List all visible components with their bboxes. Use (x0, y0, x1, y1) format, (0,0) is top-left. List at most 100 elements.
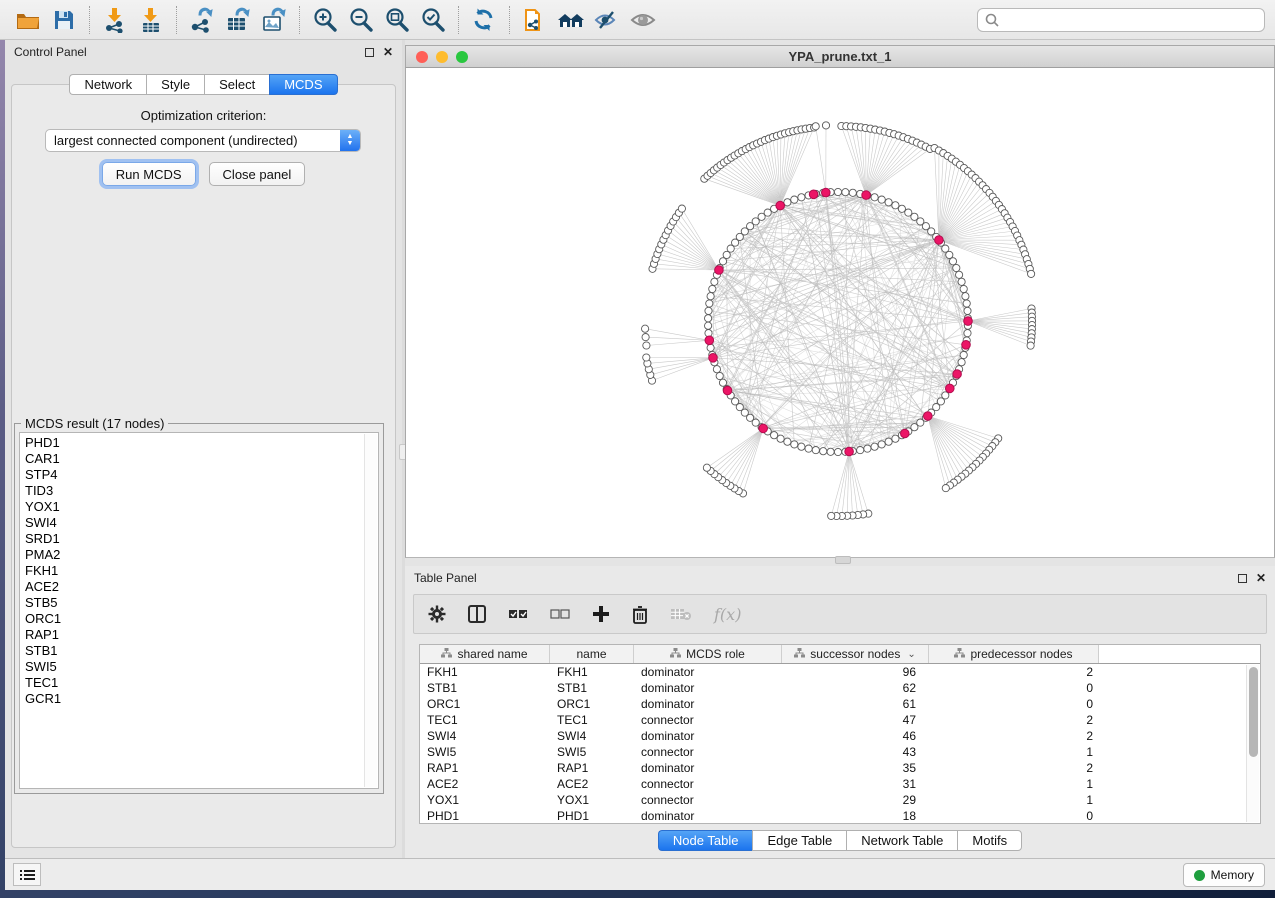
mcds-result-groupbox: MCDS result (17 nodes) PHD1CAR1STP4TID3Y… (14, 423, 384, 794)
mcds-result-item[interactable]: YOX1 (25, 499, 378, 515)
close-panel-icon[interactable]: ✕ (1256, 574, 1266, 583)
task-history-button[interactable] (13, 863, 41, 886)
tab-motifs[interactable]: Motifs (957, 830, 1022, 851)
zoom-out-icon[interactable] (343, 4, 379, 36)
mcds-result-item[interactable]: FKH1 (25, 563, 378, 579)
delete-row-icon[interactable] (632, 605, 648, 624)
tab-network-table[interactable]: Network Table (846, 830, 957, 851)
optimization-criterion-label: Optimization criterion: (5, 108, 402, 123)
export-network-icon[interactable] (184, 4, 220, 36)
column-header-shared-name[interactable]: shared name (420, 645, 550, 663)
float-panel-icon[interactable] (365, 48, 374, 57)
mcds-result-item[interactable]: PHD1 (25, 435, 378, 451)
tree-icon (670, 647, 681, 661)
table-panel: Table Panel ✕ (405, 566, 1275, 858)
dropdown-stepper-icon: ▲▼ (340, 130, 360, 151)
table-row[interactable]: FKH1FKH1dominator962 (420, 664, 1260, 680)
tab-network[interactable]: Network (69, 74, 146, 95)
float-panel-icon[interactable] (1238, 574, 1247, 583)
import-network-icon[interactable] (97, 4, 133, 36)
list-scrollbar[interactable] (364, 434, 377, 787)
save-icon[interactable] (46, 4, 82, 36)
function-builder-icon: f(x) (714, 605, 741, 624)
table-scrollbar-thumb[interactable] (1249, 667, 1258, 757)
tree-icon (441, 647, 452, 661)
mcds-result-title: MCDS result (17 nodes) (21, 416, 168, 431)
column-header-MCDS-role[interactable]: MCDS role (634, 645, 782, 663)
mcds-result-item[interactable]: GCR1 (25, 691, 378, 707)
mcds-result-item[interactable]: STP4 (25, 467, 378, 483)
close-panel-icon[interactable]: ✕ (383, 48, 393, 57)
network-window-title: YPA_prune.txt_1 (406, 49, 1274, 64)
show-details-icon[interactable] (625, 4, 661, 36)
mcds-result-item[interactable]: ORC1 (25, 611, 378, 627)
search-input[interactable] (1000, 13, 1258, 27)
horizontal-splitter-handle[interactable] (835, 556, 851, 564)
mcds-result-item[interactable]: STB5 (25, 595, 378, 611)
mcds-result-item[interactable]: ACE2 (25, 579, 378, 595)
memory-label: Memory (1211, 868, 1254, 882)
memory-status-icon (1194, 870, 1205, 881)
network-region: YPA_prune.txt_1 Table Panel ✕ (405, 40, 1275, 858)
tab-mcds[interactable]: MCDS (269, 74, 337, 95)
import-table-icon[interactable] (133, 4, 169, 36)
control-panel: Control Panel ✕ NetworkStyleSelectMCDS O… (5, 40, 402, 858)
mcds-result-item[interactable]: STB1 (25, 643, 378, 659)
column-header-name[interactable]: name (550, 645, 634, 663)
mcds-result-item[interactable]: TID3 (25, 483, 378, 499)
settings-gear-icon[interactable] (428, 605, 446, 623)
network-window-titlebar[interactable]: YPA_prune.txt_1 (405, 45, 1275, 68)
add-row-icon[interactable] (592, 605, 610, 623)
table-row[interactable]: ORC1ORC1dominator610 (420, 696, 1260, 712)
optimization-criterion-select[interactable]: largest connected component (undirected)… (45, 129, 361, 152)
tree-icon (954, 647, 965, 661)
mcds-result-item[interactable]: RAP1 (25, 627, 378, 643)
table-row[interactable]: YOX1YOX1connector291 (420, 792, 1260, 808)
refresh-icon[interactable] (466, 4, 502, 36)
zoom-selected-icon[interactable] (415, 4, 451, 36)
open-folder-icon[interactable] (10, 4, 46, 36)
tab-edge-table[interactable]: Edge Table (752, 830, 846, 851)
mcds-result-item[interactable]: TEC1 (25, 675, 378, 691)
list-icon (20, 869, 35, 881)
mcds-result-item[interactable]: CAR1 (25, 451, 378, 467)
hide-details-icon[interactable] (589, 4, 625, 36)
column-insert-icon[interactable] (468, 605, 486, 623)
table-row[interactable]: ACE2ACE2connector311 (420, 776, 1260, 792)
mcds-result-item[interactable]: SWI4 (25, 515, 378, 531)
table-row[interactable]: STB1STB1dominator620 (420, 680, 1260, 696)
export-table-icon[interactable] (220, 4, 256, 36)
table-row[interactable]: TEC1TEC1connector472 (420, 712, 1260, 728)
table-row[interactable]: PHD1PHD1dominator180 (420, 808, 1260, 824)
mcds-result-item[interactable]: SWI5 (25, 659, 378, 675)
node-table: shared namenameMCDS rolesuccessor nodes⌄… (419, 644, 1261, 824)
table-row[interactable]: RAP1RAP1dominator352 (420, 760, 1260, 776)
close-panel-button[interactable]: Close panel (209, 162, 306, 186)
tab-node-table[interactable]: Node Table (658, 830, 753, 851)
tree-icon (794, 647, 805, 661)
tab-select[interactable]: Select (204, 74, 269, 95)
delete-table-icon (670, 607, 692, 621)
mcds-result-item[interactable]: PMA2 (25, 547, 378, 563)
network-canvas[interactable] (405, 68, 1275, 558)
mcds-result-list[interactable]: PHD1CAR1STP4TID3YOX1SWI4SRD1PMA2FKH1ACE2… (19, 432, 379, 789)
tab-style[interactable]: Style (146, 74, 204, 95)
zoom-fit-icon[interactable] (379, 4, 415, 36)
run-mcds-button[interactable]: Run MCDS (102, 162, 196, 186)
deselect-all-icon[interactable] (550, 607, 570, 621)
memory-button[interactable]: Memory (1183, 863, 1265, 887)
export-image-icon[interactable] (256, 4, 292, 36)
table-row[interactable]: SWI5SWI5connector431 (420, 744, 1260, 760)
select-all-icon[interactable] (508, 607, 528, 621)
table-header-row: shared namenameMCDS rolesuccessor nodes⌄… (420, 645, 1260, 664)
table-row[interactable]: SWI4SWI4dominator462 (420, 728, 1260, 744)
column-header-successor-nodes[interactable]: successor nodes⌄ (782, 645, 929, 663)
column-header-predecessor-nodes[interactable]: predecessor nodes (929, 645, 1099, 663)
search-box[interactable] (977, 8, 1265, 32)
home-networks-icon[interactable] (553, 4, 589, 36)
share-document-icon[interactable] (517, 4, 553, 36)
table-scrollbar[interactable] (1246, 665, 1259, 822)
toolbar-separator (89, 6, 90, 34)
mcds-result-item[interactable]: SRD1 (25, 531, 378, 547)
zoom-in-icon[interactable] (307, 4, 343, 36)
